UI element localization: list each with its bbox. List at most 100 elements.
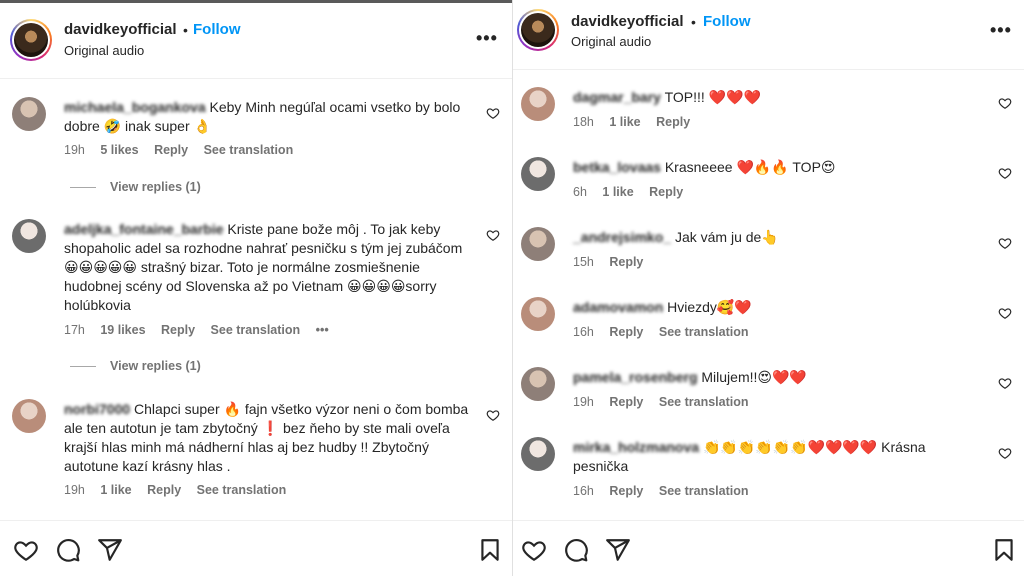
- comment-meta: 15h Reply: [573, 255, 655, 269]
- bookmark-icon[interactable]: [991, 537, 1017, 563]
- comment-likes[interactable]: 5 likes: [100, 143, 138, 157]
- comment-icon[interactable]: [55, 537, 81, 563]
- post-header: davidkeyofficial • Follow Original audio…: [513, 0, 1024, 70]
- profile-username[interactable]: davidkeyofficial: [571, 13, 684, 30]
- commenter-avatar[interactable]: [12, 399, 46, 433]
- post-panel-left: davidkeyofficial • Follow Original audio…: [0, 0, 512, 576]
- comment-meta: 18h 1 like Reply: [573, 115, 702, 129]
- comment-like-icon[interactable]: [998, 446, 1012, 460]
- view-replies-button[interactable]: View replies (1): [70, 180, 201, 194]
- comment-body: Hviezdy🥰❤️: [667, 299, 752, 315]
- comment-text: adamovamon Hviezdy🥰❤️: [573, 298, 984, 317]
- commenter-avatar[interactable]: [521, 367, 555, 401]
- commenter-username[interactable]: mirka_holzmanova: [573, 439, 699, 455]
- profile-username[interactable]: davidkeyofficial: [64, 21, 177, 38]
- reply-button[interactable]: Reply: [609, 484, 643, 498]
- view-replies-label: View replies (1): [110, 359, 201, 373]
- follow-button[interactable]: Follow: [193, 21, 241, 38]
- commenter-username[interactable]: _andrejsimko_: [573, 229, 671, 245]
- commenter-avatar[interactable]: [521, 437, 555, 471]
- view-replies-button[interactable]: View replies (1): [70, 359, 201, 373]
- commenter-username[interactable]: dagmar_bary: [573, 89, 661, 105]
- commenter-avatar[interactable]: [521, 157, 555, 191]
- comment-likes[interactable]: 19 likes: [100, 323, 145, 337]
- see-translation-button[interactable]: See translation: [659, 395, 749, 409]
- comment-text: mirka_holzmanova 👏👏👏👏👏👏❤️❤️❤️❤️ Krásna p…: [573, 438, 984, 476]
- comment-meta: 6h 1 like Reply: [573, 185, 695, 199]
- comment-body: TOP!!! ❤️❤️❤️: [664, 89, 761, 105]
- share-icon[interactable]: [97, 537, 123, 563]
- reply-button[interactable]: Reply: [656, 115, 690, 129]
- comment-text: betka_lovaas Krasneeee ❤️🔥🔥 TOP😍: [573, 158, 984, 177]
- comment-time: 16h: [573, 325, 594, 339]
- reply-button[interactable]: Reply: [609, 325, 643, 339]
- comment-time: 15h: [573, 255, 594, 269]
- comment-more-icon[interactable]: •••: [316, 323, 329, 337]
- share-icon[interactable]: [605, 537, 631, 563]
- commenter-username[interactable]: adamovamon: [573, 299, 663, 315]
- commenter-username[interactable]: betka_lovaas: [573, 159, 661, 175]
- replies-line: [70, 366, 96, 368]
- commenter-avatar[interactable]: [521, 297, 555, 331]
- comment-text: _andrejsimko_ Jak vám ju de👆: [573, 228, 984, 247]
- comment-like-icon[interactable]: [998, 236, 1012, 250]
- comment-meta: 19h Reply See translation: [573, 395, 761, 409]
- more-options-icon[interactable]: •••: [476, 28, 498, 49]
- commenter-username[interactable]: adeljka_fontaine_barbie: [64, 221, 224, 237]
- bookmark-icon[interactable]: [477, 537, 503, 563]
- separator-dot: •: [183, 22, 188, 38]
- comment-body: Milujem!!😍❤️❤️: [701, 369, 807, 385]
- profile-avatar[interactable]: [517, 9, 559, 51]
- comment-time: 6h: [573, 185, 587, 199]
- comment-like-icon[interactable]: [998, 96, 1012, 110]
- comment-text: michaela_bogankova Keby Minh negúľal oca…: [64, 98, 472, 136]
- heart-icon[interactable]: [13, 537, 39, 563]
- comment-text: norbi7000 Chlapci super 🔥 fajn všetko vý…: [64, 400, 472, 476]
- see-translation-button[interactable]: See translation: [211, 323, 301, 337]
- audio-label[interactable]: Original audio: [571, 34, 651, 49]
- audio-label[interactable]: Original audio: [64, 43, 144, 58]
- commenter-avatar[interactable]: [521, 87, 555, 121]
- comment-body: Krasneeee ❤️🔥🔥 TOP😍: [664, 159, 836, 175]
- comment-meta: 16h Reply See translation: [573, 325, 761, 339]
- comment-like-icon[interactable]: [486, 106, 500, 120]
- more-options-icon[interactable]: •••: [990, 20, 1012, 41]
- comment-likes[interactable]: 1 like: [609, 115, 640, 129]
- comment-text: adeljka_fontaine_barbie Kriste pane bože…: [64, 220, 472, 315]
- comment-meta: 16h Reply See translation: [573, 484, 761, 498]
- profile-avatar[interactable]: [10, 19, 52, 61]
- reply-button[interactable]: Reply: [609, 395, 643, 409]
- see-translation-button[interactable]: See translation: [659, 484, 749, 498]
- comment-like-icon[interactable]: [998, 306, 1012, 320]
- post-panel-right: davidkeyofficial • Follow Original audio…: [513, 0, 1024, 576]
- reply-button[interactable]: Reply: [154, 143, 188, 157]
- comment-like-icon[interactable]: [998, 166, 1012, 180]
- commenter-username[interactable]: michaela_bogankova: [64, 99, 206, 115]
- commenter-avatar[interactable]: [12, 219, 46, 253]
- comment-likes[interactable]: 1 like: [602, 185, 633, 199]
- see-translation-button[interactable]: See translation: [197, 483, 287, 497]
- follow-button[interactable]: Follow: [703, 13, 751, 30]
- commenter-avatar[interactable]: [521, 227, 555, 261]
- commenter-username[interactable]: pamela_rosenberg: [573, 369, 698, 385]
- comment-icon[interactable]: [563, 537, 589, 563]
- commenter-avatar[interactable]: [12, 97, 46, 131]
- reply-button[interactable]: Reply: [161, 323, 195, 337]
- post-action-bar: [513, 520, 1024, 576]
- comment-text: pamela_rosenberg Milujem!!😍❤️❤️: [573, 368, 984, 387]
- comment-time: 18h: [573, 115, 594, 129]
- see-translation-button[interactable]: See translation: [204, 143, 294, 157]
- comment-like-icon[interactable]: [486, 228, 500, 242]
- reply-button[interactable]: Reply: [147, 483, 181, 497]
- comment-like-icon[interactable]: [998, 376, 1012, 390]
- reply-button[interactable]: Reply: [649, 185, 683, 199]
- separator-dot: •: [691, 14, 696, 30]
- comment-like-icon[interactable]: [486, 408, 500, 422]
- comment-likes[interactable]: 1 like: [100, 483, 131, 497]
- see-translation-button[interactable]: See translation: [659, 325, 749, 339]
- comment-time: 19h: [573, 395, 594, 409]
- comment-time: 19h: [64, 483, 85, 497]
- heart-icon[interactable]: [521, 537, 547, 563]
- reply-button[interactable]: Reply: [609, 255, 643, 269]
- commenter-username[interactable]: norbi7000: [64, 401, 130, 417]
